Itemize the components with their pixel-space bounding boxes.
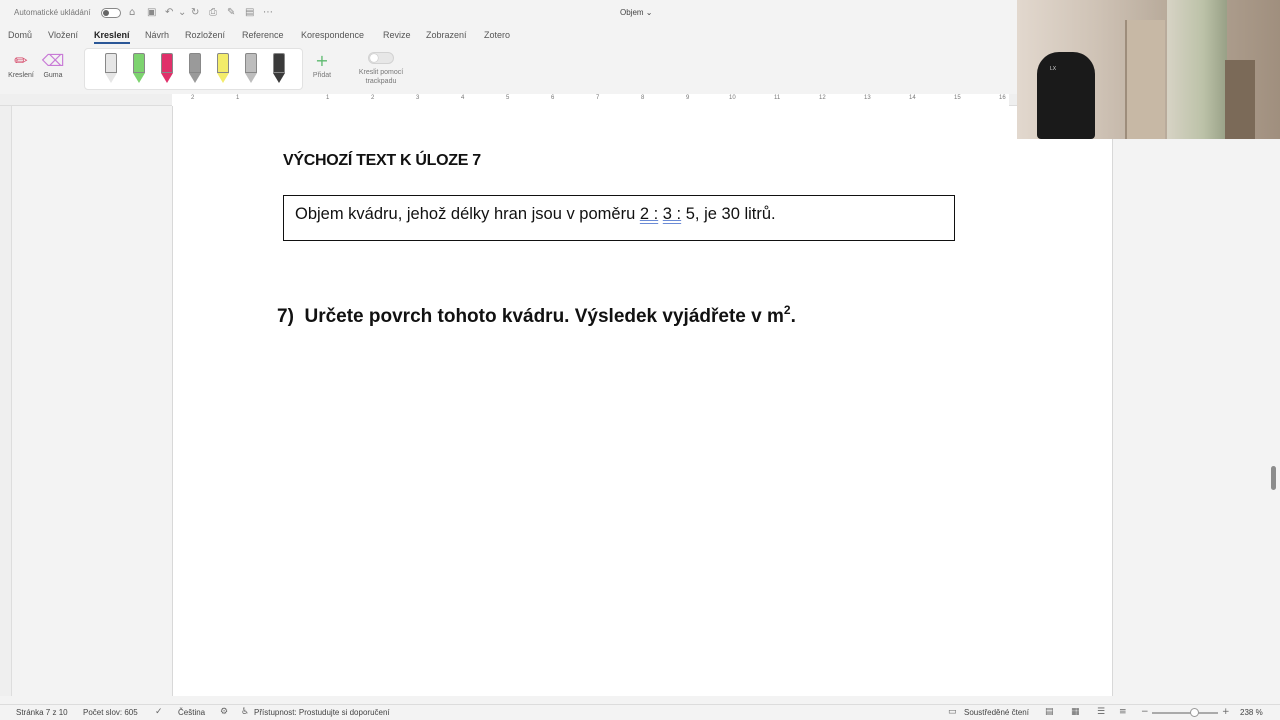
plus-icon: + [315, 51, 329, 70]
ratio-part-b: 3 : [662, 205, 682, 223]
tab-vlozeni[interactable]: Vložení [48, 30, 78, 40]
accessibility-status[interactable]: Přístupnost: Prostudujte si doporučení [254, 708, 390, 717]
ruler-number: 11 [774, 95, 781, 101]
tab-kresleni[interactable]: Kreslení [94, 30, 130, 44]
pen-2[interactable] [133, 53, 145, 85]
ruler-number: 5 [506, 95, 510, 101]
word-count[interactable]: Počet slov: 605 [83, 708, 138, 717]
pen-3[interactable] [161, 53, 173, 85]
draft-icon[interactable]: ≡ [1119, 707, 1127, 717]
redo-icon[interactable]: ↻ [191, 7, 199, 19]
tab-reference[interactable]: Reference [242, 30, 284, 40]
ruler-number: 10 [729, 95, 736, 101]
tab-korespondence[interactable]: Korespondence [301, 30, 364, 40]
question-text: Určete povrch tohoto kvádru. Výsledek vy… [304, 306, 784, 327]
focus-icon[interactable]: ▭ [948, 707, 957, 717]
tab-zotero[interactable]: Zotero [484, 30, 510, 40]
ruler-number: 12 [819, 95, 826, 101]
vertical-ruler[interactable] [0, 106, 12, 696]
proofing-icon[interactable]: ✓ [155, 707, 163, 717]
outline-icon[interactable]: ☰ [1097, 707, 1105, 717]
web-layout-icon[interactable]: ▦ [1071, 707, 1080, 717]
ruler-number: 1 [326, 95, 330, 101]
source-text-box: Objem kvádru, jehož délky hran jsou v po… [283, 195, 955, 241]
tab-domu[interactable]: Domů [8, 30, 32, 40]
source-text-heading: VÝCHOZÍ TEXT K ÚLOZE 7 [283, 152, 481, 169]
tab-revize[interactable]: Revize [383, 30, 411, 40]
tab-rozlozeni[interactable]: Rozložení [185, 30, 225, 40]
zoom-slider-knob[interactable] [1190, 708, 1199, 717]
save-icon[interactable]: ▣ [147, 7, 156, 19]
question-7: 7) Určete povrch tohoto kvádru. Výsledek… [277, 303, 796, 327]
webcam-shelf [1225, 60, 1255, 139]
pen-6[interactable] [245, 53, 257, 85]
ruler-number: 4 [461, 95, 465, 101]
zoom-level[interactable]: 238 % [1240, 708, 1263, 717]
webcam-curtain [1167, 0, 1227, 139]
pen-7[interactable] [273, 53, 285, 85]
webcam-chair: LX [1037, 52, 1095, 139]
zoom-out-icon[interactable]: − [1141, 707, 1149, 717]
trackpad-toggle[interactable] [368, 52, 394, 64]
status-bar: Stránka 7 z 10 Počet slov: 605 ✓ Čeština… [0, 704, 1280, 720]
pen-icon[interactable]: ✎ [227, 7, 235, 19]
zoom-in-icon[interactable]: + [1222, 707, 1230, 717]
ribbon: ✏ Kreslení ⌫ Guma + Přidat Kreslit pomoc… [0, 44, 1017, 94]
vertical-scrollbar[interactable] [1271, 466, 1276, 490]
ruler-number: 13 [864, 95, 871, 101]
document-title: Objem ⌄ [620, 8, 653, 17]
page-count[interactable]: Stránka 7 z 10 [16, 708, 68, 717]
pen-1[interactable] [105, 53, 117, 85]
ruler-number: 6 [551, 95, 555, 101]
eraser-button[interactable]: ⌫ Guma [38, 50, 68, 79]
print-icon[interactable]: ⎙ [209, 7, 217, 19]
source-text: Objem kvádru, jehož délky hran jsou v po… [295, 205, 776, 223]
zoom-slider[interactable] [1152, 712, 1218, 714]
webcam-door [1125, 20, 1165, 139]
undo-dropdown-icon[interactable]: ⌄ [178, 7, 186, 19]
highlighter-5[interactable] [217, 53, 229, 85]
accessibility-icon[interactable]: ♿ [241, 707, 249, 717]
ruler-number: 16 [999, 95, 1006, 101]
more-icon[interactable]: ⋯ [263, 7, 273, 19]
webcam-overlay: LX [1017, 0, 1280, 139]
undo-icon[interactable]: ↶ [165, 7, 173, 19]
add-pen-button[interactable]: + Přidat [308, 50, 336, 79]
chair-logo: LX [1050, 66, 1057, 72]
layout-icon[interactable]: ▤ [245, 7, 254, 19]
ruler-number: 14 [909, 95, 916, 101]
tab-zobrazeni[interactable]: Zobrazení [426, 30, 467, 40]
ruler-number: 2 [191, 95, 195, 101]
horizontal-ruler[interactable]: 2 1 1 2 3 4 5 6 7 8 9 10 11 12 13 14 15 … [0, 94, 1017, 106]
tab-navrh[interactable]: Návrh [145, 30, 169, 40]
print-layout-icon[interactable]: ▤ [1045, 707, 1054, 717]
eraser-icon: ⌫ [41, 51, 65, 70]
draw-button[interactable]: ✏ Kreslení [6, 50, 36, 79]
pen-gallery [84, 48, 303, 90]
ruler-number: 7 [596, 95, 600, 101]
trackpad-draw-toggle[interactable]: Kreslit pomocí trackpadu [354, 52, 408, 86]
ruler-number: 8 [641, 95, 645, 101]
ribbon-tabs: Domů Vložení Kreslení Návrh Rozložení Re… [0, 26, 1017, 44]
pencil-icon: ✏ [14, 51, 28, 70]
ratio-part-a: 2 : [639, 205, 659, 223]
ruler-page-area [172, 94, 1009, 106]
ruler-number: 9 [686, 95, 690, 101]
focus-mode[interactable]: Soustředěné čtení [964, 708, 1029, 717]
autosave-label: Automatické ukládání [14, 8, 91, 17]
ruler-number: 3 [416, 95, 420, 101]
ruler-number: 2 [371, 95, 375, 101]
language[interactable]: Čeština [178, 708, 205, 717]
pen-4[interactable] [189, 53, 201, 85]
autosave-toggle[interactable] [101, 8, 121, 18]
home-icon[interactable]: ⌂ [129, 7, 135, 19]
ruler-number: 15 [954, 95, 961, 101]
ruler-number: 1 [236, 95, 240, 101]
macro-icon[interactable]: ⚙ [220, 707, 228, 717]
question-number: 7) [277, 306, 294, 327]
